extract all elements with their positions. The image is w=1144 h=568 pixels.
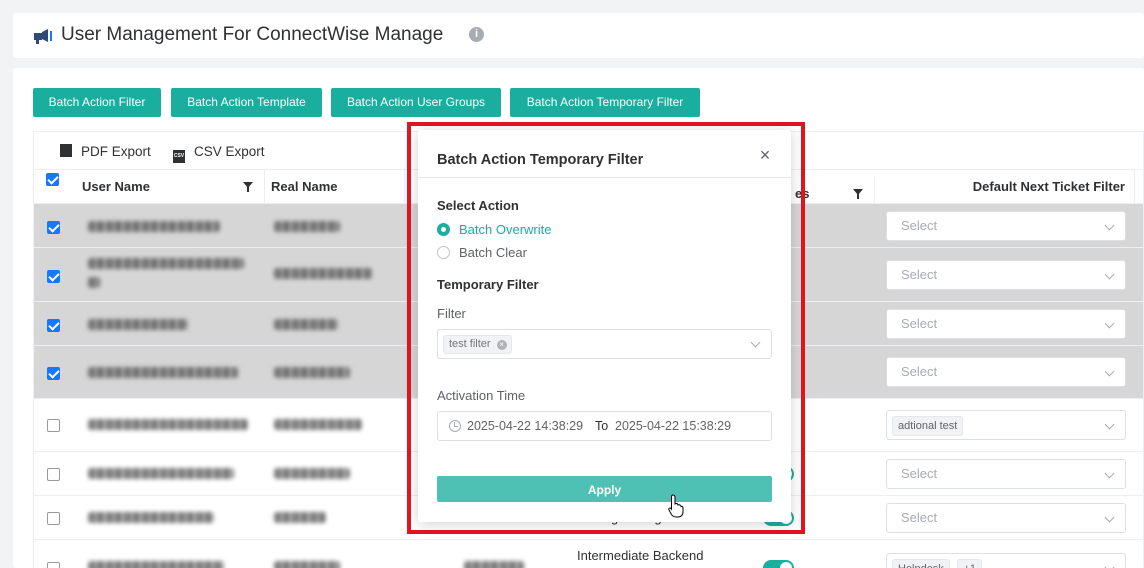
next-ticket-filter-select[interactable]: Select xyxy=(886,309,1126,339)
csv-export-label: CSV Export xyxy=(194,144,265,159)
app-logo-icon xyxy=(34,29,52,44)
select-placeholder: Select xyxy=(901,267,938,282)
chevron-down-icon xyxy=(1104,318,1115,329)
pdf-export-label: PDF Export xyxy=(81,144,151,159)
chevron-down-icon xyxy=(1104,419,1115,430)
extra-tags-count: +1 xyxy=(957,559,983,568)
highlight-frame xyxy=(407,122,805,534)
row-checkbox[interactable] xyxy=(47,468,60,481)
user-name-cell xyxy=(88,319,188,330)
status-toggle[interactable] xyxy=(763,560,794,568)
user-name-cell xyxy=(88,258,244,269)
real-name-cell xyxy=(274,512,326,523)
row-checkbox[interactable] xyxy=(47,512,60,525)
row-checkbox[interactable] xyxy=(47,367,60,380)
header-card: User Management For ConnectWise Manage i xyxy=(13,13,1144,58)
pdf-export-button[interactable]: PDF Export xyxy=(60,144,151,159)
real-name-cell xyxy=(274,561,340,568)
real-name-cell xyxy=(274,221,340,232)
select-placeholder: Select xyxy=(901,364,938,379)
real-name-cell xyxy=(274,419,362,430)
row-checkbox[interactable] xyxy=(47,270,60,283)
user-name-cell xyxy=(88,367,238,378)
visible-fragment-b: Intermediate Backend xyxy=(577,548,704,563)
user-name-cell xyxy=(88,221,220,232)
row-checkbox[interactable] xyxy=(47,319,60,332)
row-checkbox[interactable] xyxy=(47,419,60,432)
next-ticket-filter-select[interactable]: Select xyxy=(886,260,1126,290)
batch-action-temporary-filter-button[interactable]: Batch Action Temporary Filter xyxy=(510,88,700,117)
column-real-name-label: Real Name xyxy=(271,179,338,194)
user-name-cell xyxy=(88,468,234,479)
chevron-down-icon xyxy=(1104,512,1115,523)
chevron-down-icon xyxy=(1104,562,1115,568)
column-user-name-label: User Name xyxy=(82,179,150,194)
real-name-cell xyxy=(274,319,338,330)
pdf-icon xyxy=(60,144,72,157)
real-name-cell xyxy=(274,468,350,479)
csv-export-button[interactable]: CSV CSV Export xyxy=(173,144,265,163)
batch-action-template-button[interactable]: Batch Action Template xyxy=(171,88,322,117)
batch-action-filter-button[interactable]: Batch Action Filter xyxy=(33,88,161,117)
user-name-cell xyxy=(88,561,224,568)
column-user-name: User Name xyxy=(76,170,265,204)
column-real-name: Real Name xyxy=(265,170,405,204)
chevron-down-icon xyxy=(1104,269,1115,280)
filter-icon[interactable] xyxy=(853,189,863,199)
user-name-cell xyxy=(88,512,214,523)
next-ticket-filter-select[interactable]: Helpdesk +1 xyxy=(886,553,1126,568)
user-name-cell xyxy=(88,419,248,430)
user-name-cell-overflow xyxy=(88,277,100,288)
row-checkbox[interactable] xyxy=(47,221,60,234)
next-ticket-filter-select[interactable]: Select xyxy=(886,503,1126,533)
filter-icon[interactable] xyxy=(243,182,253,192)
real-name-cell xyxy=(274,268,372,279)
column-default-next-ticket-filter-label: Default Next Ticket Filter xyxy=(972,179,1125,194)
select-placeholder: Select xyxy=(901,510,938,525)
real-name-cell xyxy=(274,367,350,378)
select-placeholder: Select xyxy=(901,466,938,481)
select-placeholder: Select xyxy=(901,316,938,331)
next-ticket-filter-select[interactable]: Select xyxy=(886,211,1126,241)
hand-cursor-icon xyxy=(668,494,684,518)
next-ticket-filter-select[interactable]: Select xyxy=(886,459,1126,489)
chevron-down-icon xyxy=(1104,366,1115,377)
column-default-next-ticket-filter: Default Next Ticket Filter xyxy=(875,170,1135,204)
select-placeholder: Select xyxy=(901,218,938,233)
select-all-checkbox[interactable] xyxy=(46,173,59,186)
table-row[interactable]: Intermediate Backend Helpdesk +1 xyxy=(33,540,1144,568)
batch-action-user-groups-button[interactable]: Batch Action User Groups xyxy=(331,88,501,117)
csv-icon: CSV xyxy=(173,150,185,163)
info-icon[interactable]: i xyxy=(469,27,484,42)
next-ticket-filter-select[interactable]: adtional test xyxy=(886,410,1126,440)
chevron-down-icon xyxy=(1104,468,1115,479)
page-title: User Management For ConnectWise Manage xyxy=(61,24,444,45)
next-ticket-filter-select[interactable]: Select xyxy=(886,357,1126,387)
row-checkbox[interactable] xyxy=(47,562,60,568)
hidden-cell xyxy=(464,561,524,568)
chevron-down-icon xyxy=(1104,220,1115,231)
selected-filter-tag: Helpdesk xyxy=(892,559,950,568)
selected-filter-tag: adtional test xyxy=(892,416,964,436)
